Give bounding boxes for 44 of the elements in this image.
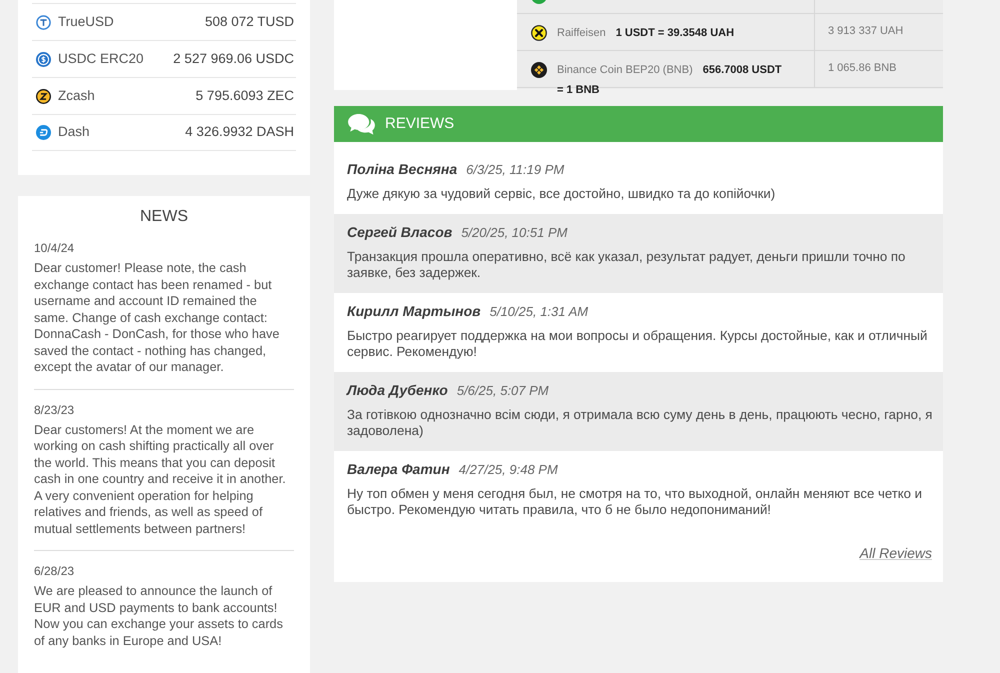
reviewer-name: Люда Дубенко [347,380,448,400]
coin-icon [36,88,51,104]
reviews-title: REVIEWS [385,114,454,134]
coin-icon [36,14,51,30]
reserve-amount: 4 326.9932 DASH [185,123,294,142]
currency-name: USDC ERC20 [58,50,144,68]
method-rate-text: Raiffeisen 1 USDT = 39.3548 UAH [557,26,734,41]
review-date: 6/3/25, 11:19 PM [466,161,564,179]
news-date: 8/23/23 [34,402,76,418]
news-date: 6/28/23 [34,563,76,579]
news-date: 10/4/24 [34,240,76,256]
review-date: 5/6/25, 5:07 PM [456,382,549,400]
currency-name: TrueUSD [58,12,114,31]
coin-icon [531,0,547,4]
reserve-amount: 1 065.86 BNB [828,62,896,74]
bank-logo-icon [531,25,547,41]
news-title: NEWS [139,207,189,227]
news-text: Dear customers! At the moment we are working on cash shifting practically all over the world. This means that you can deposit cash in one country and receive it in another. A very convenient operation for helping relatives and friends, as well as speed of mutual settlements between partners! [34,422,287,537]
review-text: Дуже дякую за чудовий сервіс, все достойно, швидко та до копійочки) [347,186,776,202]
review-date: 5/10/25, 1:31 AM [490,302,588,320]
reserve-amount: 3 913 337 UAH [828,25,904,37]
coin-icon [531,62,547,78]
review-text: Ну топ обмен у меня сегодня был, не смотря на то, что выходной, онлайн меняют все четко и быстро. Рекомендую читать правила, что б не было недопониманий! [347,486,924,518]
reserve-amount: 2 527 969.06 USDC [173,50,294,68]
review-date: 4/27/25, 9:48 PM [458,460,558,478]
review-text: Быстро реагирует поддержка на мои вопросы и обращения. Курсы достойные, как и отличный сервис. Рекомендую! [347,328,928,360]
reserve-amount: 508 072 TUSD [204,12,294,31]
review-date: 5/20/25, 10:51 PM [461,224,568,242]
review-text: За готівкою однозначно всім сюди, я отримала всю суму день в день, працюють чесно, гарно, я задоволена) [347,406,933,440]
review-text: Транзакция прошла оперативно, всё как указал, результат радует, деньги пришли точно по заявке, без задержек. [347,248,906,282]
reviewer-name: Поліна Весняна [347,160,458,179]
news-text: Dear customer! Please note, the cash exchange contact has been renamed - but username and account ID remained the same. Change of cash exchange contact: DonnaCash - DonCash, for those who have saved the contact - nothing has changed, except the avatar of our manager. [34,260,280,376]
all-reviews-link[interactable]: All Reviews [860,542,932,562]
chat-icon [347,112,376,136]
method-rate-text: Binance Coin BEP20 (BNB) 656.7008 USDT = 1 BNB [557,63,783,98]
coin-icon [36,125,51,140]
currency-name: Zcash [58,86,95,105]
news-text: We are pleased to announce the launch of EUR and USD payments to bank accounts! Now you can exchange your assets to cards of any banks in Europe and USA! [34,583,284,649]
reviewer-name: Сергей Власов [347,222,452,242]
coin-icon [36,52,51,66]
reviewer-name: Валера Фатин [347,460,450,478]
reserve-amount: 5 795.6093 ZEC [196,86,294,105]
currency-name: Dash [58,123,90,142]
reviewer-name: Кирилл Мартынов [347,302,481,320]
